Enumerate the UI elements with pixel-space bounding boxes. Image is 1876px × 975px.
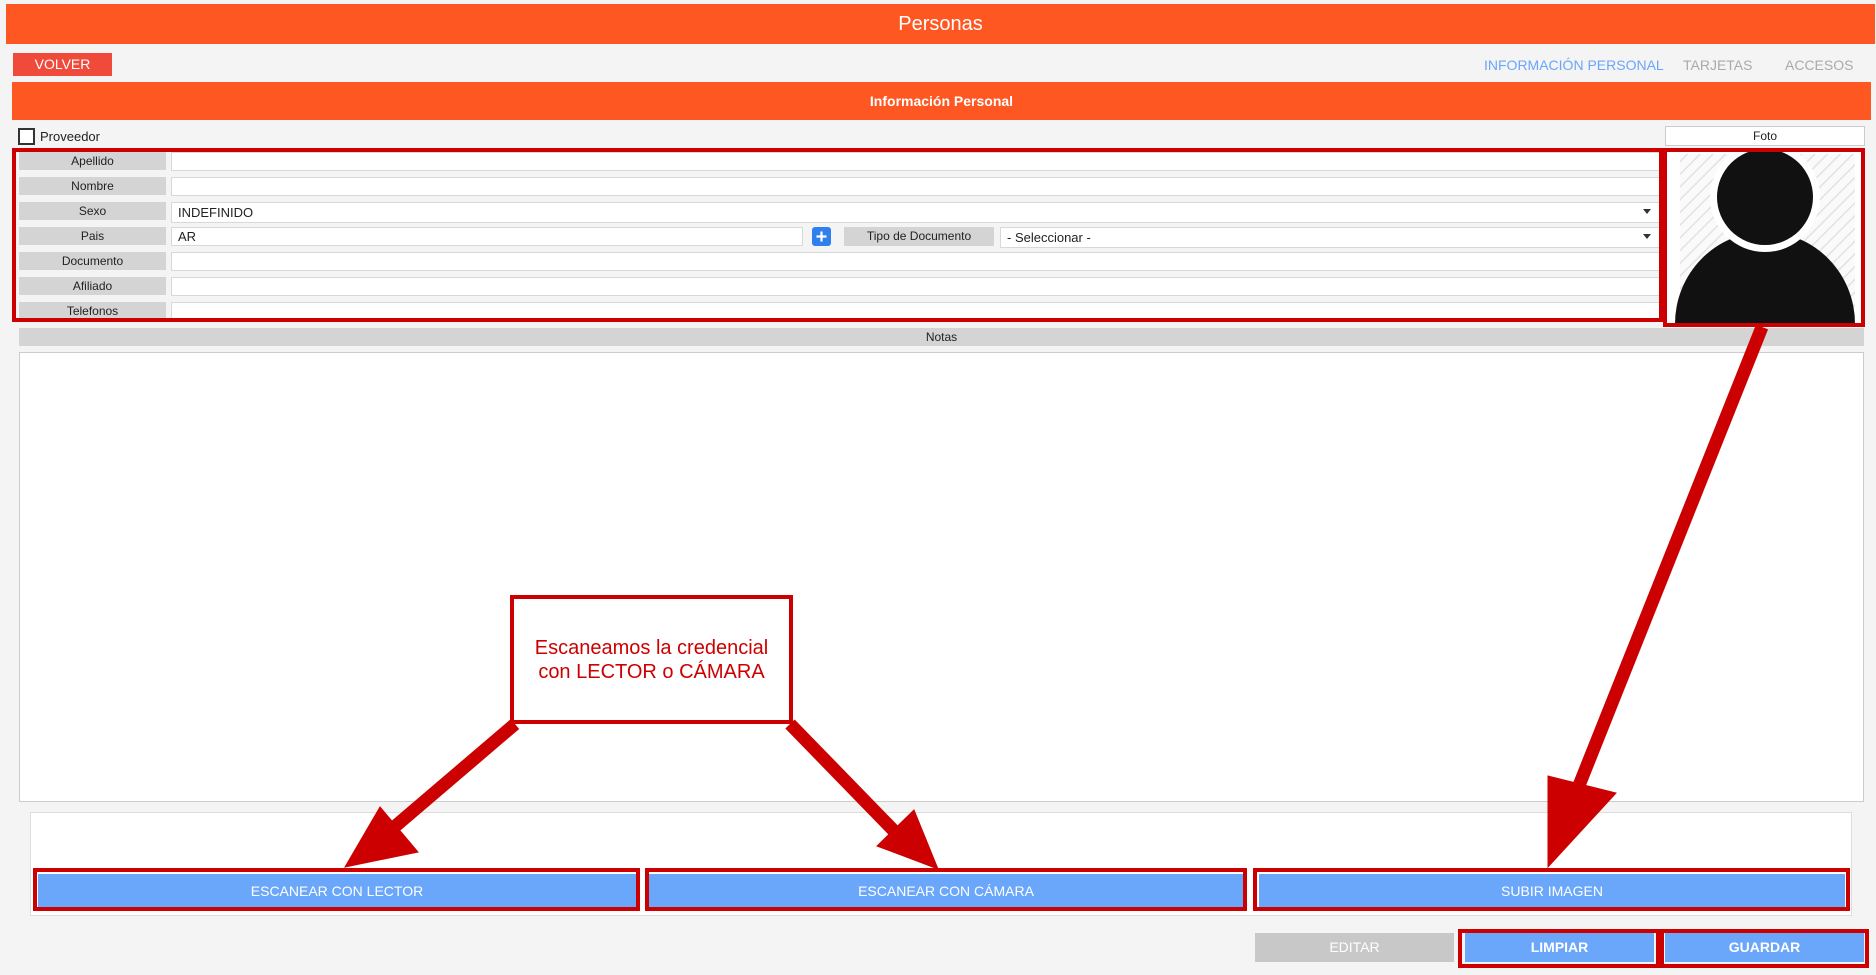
- annotation-arrows: [344, 324, 1769, 870]
- arrow-to-camara: [785, 719, 903, 840]
- arrow-head-imagen: [1547, 775, 1617, 869]
- arrow-to-imagen: [1571, 324, 1769, 791]
- arrow-to-lector: [380, 719, 520, 840]
- annotation-callout: Escaneamos la credencial con LECTOR o CÁ…: [510, 595, 793, 724]
